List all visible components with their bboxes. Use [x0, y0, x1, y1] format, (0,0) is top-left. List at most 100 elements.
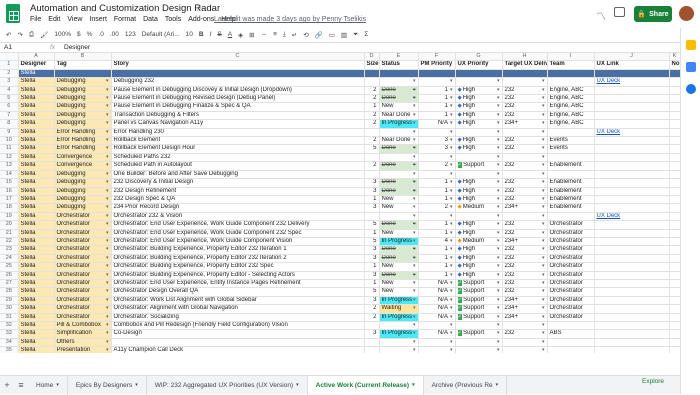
dropdown-caret-icon[interactable]: ▾ [497, 255, 500, 262]
designer-cell[interactable]: Stella [18, 178, 55, 188]
dropdown-caret-icon[interactable]: ▾ [413, 322, 416, 329]
row-number[interactable]: 21 [0, 229, 19, 238]
story-cell[interactable]: Orchestrator: End User Experience, Work … [111, 220, 365, 230]
add-sheet-icon[interactable]: + [0, 380, 14, 390]
dropdown-caret-icon[interactable]: ▾ [542, 322, 545, 329]
ux-priority-cell[interactable]: ◆Medium ▾ [455, 237, 503, 247]
designer-cell[interactable]: Stella [18, 111, 55, 121]
row-number[interactable]: 19 [0, 212, 19, 222]
team-cell[interactable]: Engine, ABC [547, 102, 595, 112]
cell[interactable] [669, 69, 680, 79]
sheet-menu-caret-icon[interactable]: ▾ [296, 382, 299, 388]
cell[interactable] [669, 304, 680, 314]
story-cell[interactable]: Rollback Element [111, 136, 365, 146]
designer-cell[interactable]: Stella [18, 237, 55, 247]
dropdown-caret-icon[interactable]: ▾ [106, 129, 109, 136]
dropdown-caret-icon[interactable]: ▾ [542, 103, 545, 110]
cell[interactable] [669, 153, 680, 163]
team-cell[interactable] [547, 321, 595, 331]
target-cell[interactable]: 232 ▾ [502, 279, 548, 289]
team-cell[interactable]: Orchestrator [547, 220, 595, 230]
designer-cell[interactable]: Stella [18, 279, 55, 289]
dropdown-caret-icon[interactable]: ▾ [450, 179, 453, 186]
dropdown-caret-icon[interactable]: ▾ [450, 230, 453, 237]
dropdown-caret-icon[interactable]: ▾ [542, 154, 545, 161]
increase-decimals-button[interactable]: .00 [110, 31, 119, 38]
team-cell[interactable]: Orchestrator [547, 287, 595, 297]
dropdown-caret-icon[interactable]: ▾ [450, 263, 453, 270]
cell[interactable] [455, 69, 503, 79]
dropdown-caret-icon[interactable]: ▾ [497, 314, 500, 321]
cell[interactable] [669, 254, 680, 264]
dropdown-caret-icon[interactable]: ▾ [413, 162, 416, 169]
spreadsheet-grid[interactable]: A B C D E F G H I J K 1 Designer Tag Story Size Status PM… [0, 53, 680, 353]
dropdown-caret-icon[interactable]: ▾ [106, 263, 109, 270]
sheet-menu-caret-icon[interactable]: ▾ [56, 382, 59, 388]
cell[interactable] [669, 338, 680, 348]
group-label[interactable]: Stella [18, 69, 55, 79]
dropdown-caret-icon[interactable]: ▾ [450, 339, 453, 346]
dropdown-caret-icon[interactable]: ▾ [106, 179, 109, 186]
target-cell[interactable]: 232 ▾ [502, 254, 548, 264]
size-cell[interactable]: 5 [364, 287, 380, 297]
dropdown-caret-icon[interactable]: ▾ [497, 204, 500, 211]
last-edit-link[interactable]: Last edit was made 3 days ago by Penny T… [214, 16, 366, 23]
designer-cell[interactable]: Stella [18, 254, 55, 264]
bold-button[interactable]: B [199, 31, 204, 38]
pm-priority-cell[interactable]: 2 ▾ [418, 203, 456, 213]
ux-link-cell[interactable] [594, 94, 670, 104]
dropdown-caret-icon[interactable]: ▾ [413, 339, 416, 346]
pm-priority-cell[interactable]: N/A ▾ [418, 119, 456, 129]
row-number[interactable]: 24 [0, 254, 19, 264]
story-cell[interactable]: Orchestrator: End User Experience, Entit… [111, 279, 365, 289]
tag-cell[interactable]: Debugging ▾ [54, 77, 112, 87]
designer-cell[interactable]: Stella [18, 119, 55, 129]
status-cell[interactable]: Done ▾ [379, 178, 419, 188]
team-cell[interactable]: Enablement [547, 187, 595, 196]
size-cell[interactable]: 5 [364, 220, 380, 230]
tag-cell[interactable]: Debugging ▾ [54, 111, 112, 121]
row-number[interactable]: 35 [0, 346, 19, 353]
cell[interactable] [669, 119, 680, 129]
dropdown-caret-icon[interactable]: ▾ [542, 255, 545, 262]
status-cell[interactable]: Done ▾ [379, 220, 419, 230]
size-cell[interactable]: 1 [364, 262, 380, 272]
story-cell[interactable]: Orchestrator: Building Experience, Prope… [111, 254, 365, 264]
story-cell[interactable]: Pause Element in Debugging Finalize & Sp… [111, 102, 365, 112]
team-cell[interactable] [547, 77, 595, 87]
redo-icon[interactable]: ↷ [17, 31, 22, 39]
dropdown-caret-icon[interactable]: ▾ [542, 145, 545, 152]
cell[interactable] [669, 262, 680, 272]
dropdown-caret-icon[interactable]: ▾ [106, 145, 109, 152]
dropdown-caret-icon[interactable]: ▾ [106, 171, 109, 178]
dropdown-caret-icon[interactable]: ▾ [497, 103, 500, 110]
target-cell[interactable]: 232 ▾ [502, 94, 548, 104]
dropdown-caret-icon[interactable]: ▾ [106, 305, 109, 312]
status-cell[interactable]: ▾ [379, 212, 419, 222]
team-cell[interactable] [547, 153, 595, 163]
pm-priority-cell[interactable]: 1 ▾ [418, 86, 456, 96]
sheet-menu-caret-icon[interactable]: ▾ [135, 382, 138, 388]
column-header[interactable]: G [455, 53, 503, 62]
cell[interactable] [669, 245, 680, 255]
target-cell[interactable]: 234+ ▾ [502, 296, 548, 306]
designer-cell[interactable]: Stella [18, 321, 55, 331]
cell[interactable] [669, 178, 680, 188]
status-cell[interactable]: ▾ [379, 128, 419, 138]
dropdown-caret-icon[interactable]: ▾ [450, 255, 453, 262]
pm-priority-cell[interactable]: 1 ▾ [418, 245, 456, 255]
pm-priority-cell[interactable]: N/A ▾ [418, 287, 456, 297]
pm-priority-cell[interactable]: 1 ▾ [418, 195, 456, 205]
designer-cell[interactable]: Stella [18, 338, 55, 348]
cell[interactable] [669, 187, 680, 196]
row-number[interactable]: 7 [0, 111, 19, 121]
column-header[interactable] [0, 53, 19, 62]
cell[interactable] [669, 229, 680, 238]
zoom-select[interactable]: 100% [54, 31, 71, 38]
header-cell[interactable]: Status [379, 60, 419, 70]
currency-button[interactable]: $ [77, 31, 81, 38]
pm-priority-cell[interactable]: 1 ▾ [418, 102, 456, 112]
menu-item[interactable]: Tools [165, 16, 181, 23]
tag-cell[interactable]: Error Handling ▾ [54, 136, 112, 146]
dropdown-caret-icon[interactable]: ▾ [497, 87, 500, 94]
